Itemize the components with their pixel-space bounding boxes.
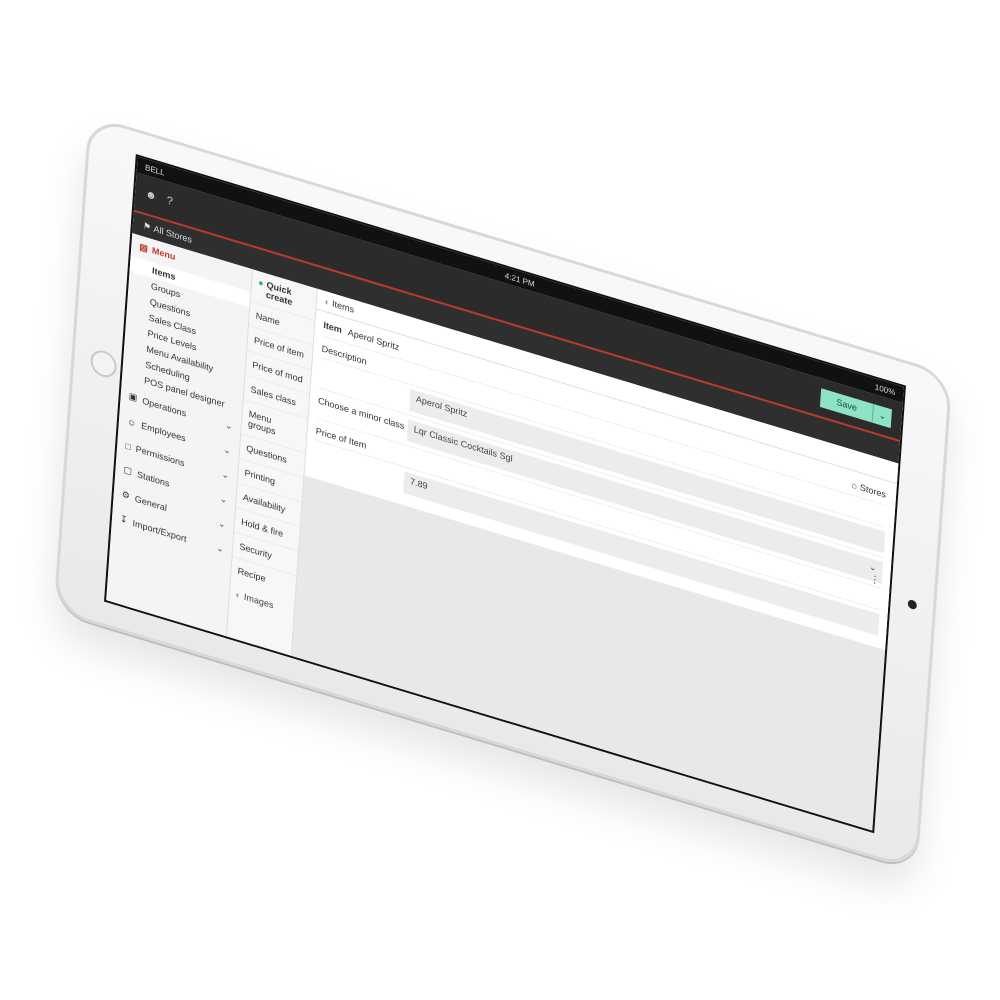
import-export-icon: ↧ (119, 513, 129, 526)
sidebar-item-label: General (134, 493, 168, 513)
tablet-device: BELL 4:21 PM 100% ☻ ? Save ⌄ ⚑ All Store… (53, 114, 953, 872)
sidebar-menu-label: Menu (151, 245, 176, 263)
gear-icon: ⚙ (121, 488, 131, 501)
lock-icon: □ (124, 440, 132, 452)
operations-icon: ▣ (128, 390, 138, 403)
home-button[interactable] (89, 347, 118, 381)
user-icon[interactable]: ☻ (145, 188, 157, 203)
menu-icon: ▤ (139, 241, 149, 254)
help-icon[interactable]: ? (166, 195, 173, 209)
item-title-label: Item (323, 319, 343, 336)
chevron-down-icon: ⌄ (216, 542, 225, 555)
store-icon: ⌂ (851, 479, 858, 492)
sidebar-item-label: Stations (136, 468, 170, 489)
save-button[interactable]: Save (819, 387, 874, 423)
flag-icon: ⚑ (142, 219, 154, 233)
chevron-down-icon: ⌄ (221, 468, 230, 481)
quick-create-dot-icon: ● (257, 277, 264, 289)
chevron-down-icon: ⌄ (868, 561, 878, 574)
chevron-down-icon: ⌄ (219, 493, 228, 506)
chevron-left-icon: ‹ (324, 296, 329, 307)
chevron-down-icon: ⌄ (222, 444, 232, 457)
save-options-chevron-icon[interactable]: ⌄ (872, 403, 893, 428)
chevron-down-icon: ⌄ (217, 517, 226, 530)
chevron-left-icon: ‹ (235, 589, 242, 601)
screen: BELL 4:21 PM 100% ☻ ? Save ⌄ ⚑ All Store… (104, 154, 906, 834)
front-camera (907, 598, 918, 611)
subnav-images-label: Images (243, 591, 274, 611)
chevron-down-icon: ⌄ (224, 419, 233, 432)
stations-icon: ▢ (123, 464, 133, 477)
employees-icon: ☺ (126, 415, 137, 429)
breadcrumb-label: Items (331, 298, 355, 315)
